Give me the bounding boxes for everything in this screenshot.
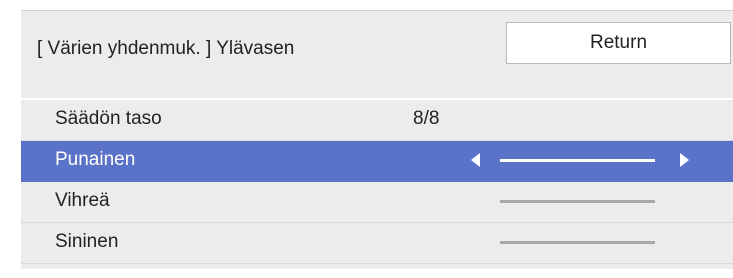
row-label: Sininen (55, 231, 119, 252)
arrow-left-icon[interactable] (471, 153, 480, 167)
return-button[interactable]: Return (506, 22, 731, 64)
page-title: [ Värien yhdenmuk. ] Ylävasen (37, 38, 295, 59)
menu-row-red[interactable]: Punainen (21, 141, 733, 182)
panel-header: [ Värien yhdenmuk. ] Ylävasen Return (21, 11, 733, 98)
row-label: Säädön taso (55, 108, 162, 129)
red-slider-track[interactable] (500, 159, 655, 162)
row-value: 8/8 (413, 108, 440, 129)
row-label: Punainen (55, 149, 136, 170)
menu-row-green[interactable]: Vihreä (21, 182, 733, 223)
blue-slider-track[interactable] (500, 241, 655, 244)
arrow-right-icon[interactable] (680, 153, 689, 167)
green-slider-track[interactable] (500, 200, 655, 203)
adjustment-panel: [ Värien yhdenmuk. ] Ylävasen Return Sää… (21, 10, 733, 269)
row-label: Vihreä (55, 190, 110, 211)
menu-row-adjustment-level[interactable]: Säädön taso 8/8 (21, 100, 733, 141)
menu-row-blue[interactable]: Sininen (21, 223, 733, 264)
